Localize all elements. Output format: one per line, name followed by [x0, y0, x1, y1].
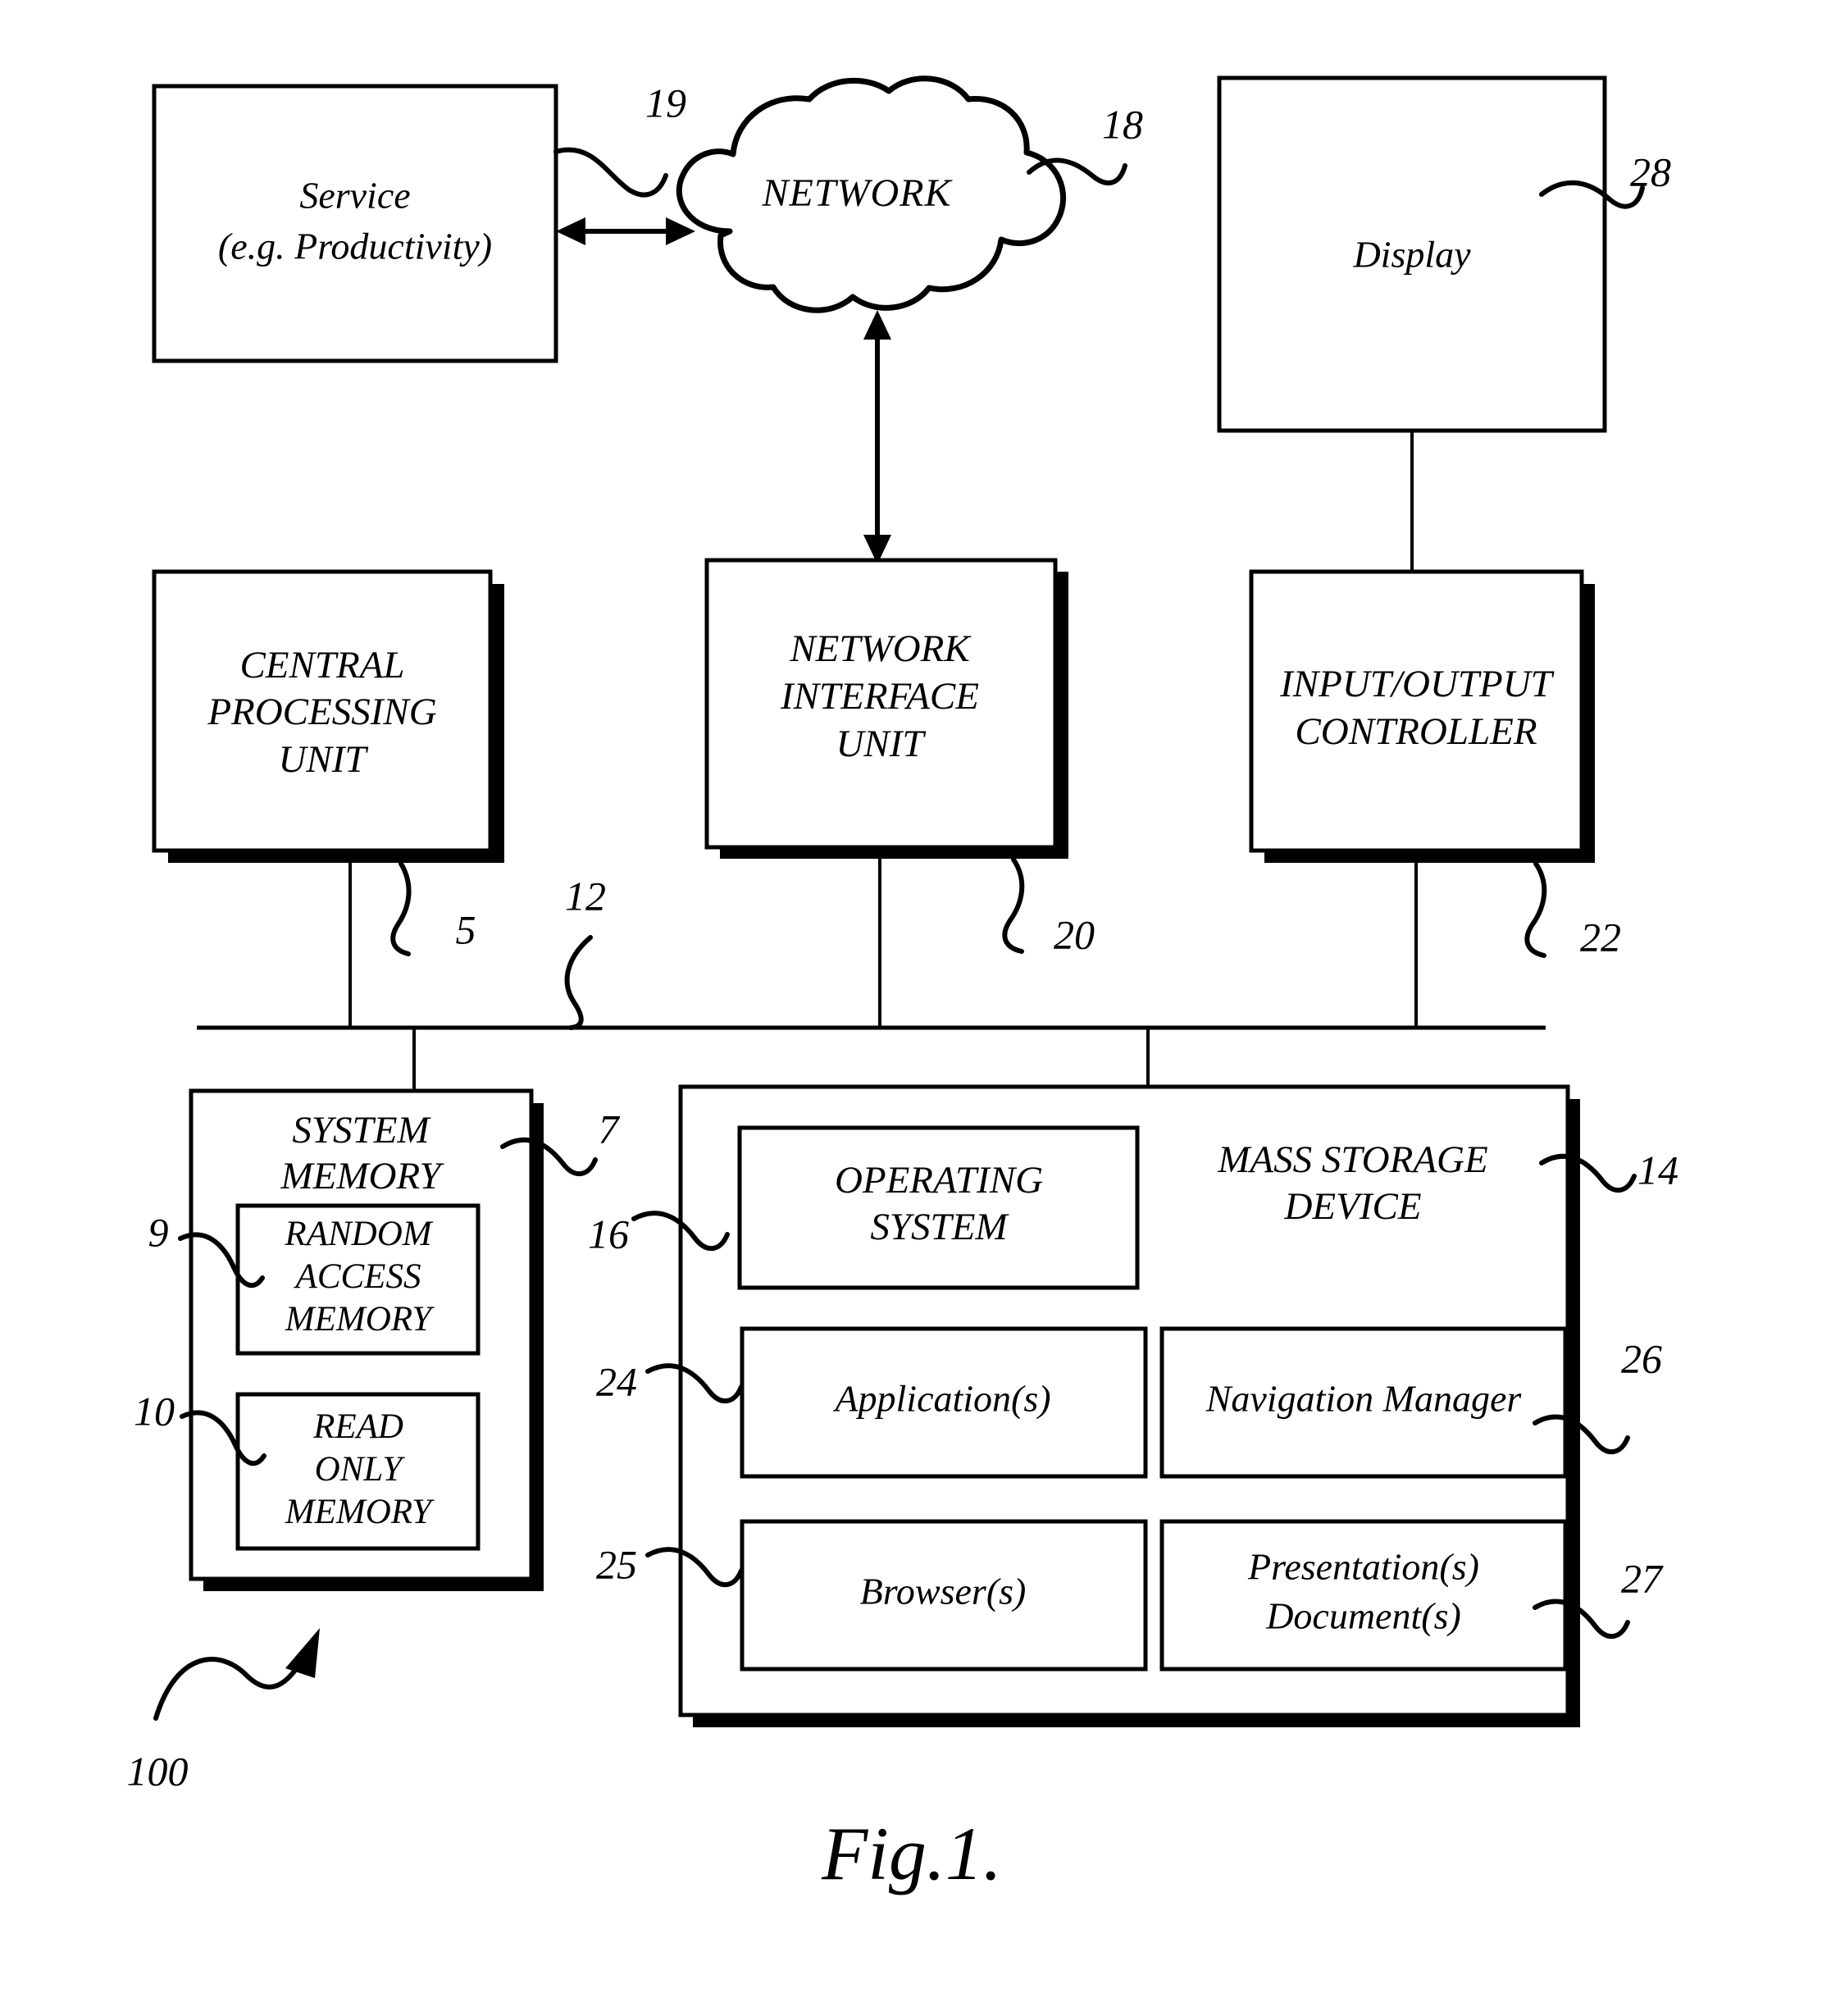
browsers-label: Browser(s): [860, 1571, 1027, 1612]
presentation-documents-ref-number: 27: [1621, 1555, 1664, 1601]
presentation-documents-label-line1: Presentation(s): [1247, 1546, 1479, 1588]
patent-figure-1: Service (e.g. Productivity) 19 NETWORK 1…: [0, 0, 1831, 2016]
navigation-manager-ref-number: 26: [1621, 1335, 1662, 1381]
navigation-manager-label: Navigation Manager: [1205, 1378, 1523, 1420]
os-label-line2: SYSTEM: [870, 1206, 1009, 1248]
bus-ref-number: 12: [565, 873, 606, 919]
niu-label-line3: UNIT: [836, 723, 926, 765]
service-box-label-line1: Service: [299, 175, 410, 217]
service-network-arrow: [556, 217, 695, 245]
io-controller-box: INPUT/OUTPUT CONTROLLER: [1249, 569, 1595, 863]
rom-label-line3: MEMORY: [285, 1493, 435, 1531]
niu-ref-number: 20: [1054, 911, 1095, 957]
network-cloud: NETWORK: [676, 75, 1067, 313]
browsers-box: Browser(s): [740, 1519, 1148, 1672]
io-label-line1: INPUT/OUTPUT: [1279, 663, 1555, 705]
rom-label-line1: READ: [312, 1407, 403, 1446]
applications-label: Application(s): [832, 1378, 1050, 1420]
system-memory-label-line1: SYSTEM: [292, 1109, 431, 1152]
display-ref-number: 28: [1630, 148, 1671, 194]
service-ref-leader: 19: [553, 80, 686, 198]
bus-ref-leader: 12: [564, 873, 606, 1030]
io-ref-leader: 22: [1524, 861, 1621, 960]
random-access-memory-box: RANDOM ACCESS MEMORY: [235, 1203, 481, 1356]
ram-ref-number: 9: [148, 1209, 169, 1255]
applications-box: Application(s): [740, 1326, 1148, 1479]
ram-label-line2: ACCESS: [294, 1257, 421, 1296]
presentation-documents-box: Presentation(s) Document(s): [1159, 1519, 1568, 1672]
service-box-label-line2: (e.g. Productivity): [218, 226, 492, 267]
mass-storage-ref-number: 14: [1637, 1147, 1678, 1193]
browsers-ref-number: 25: [596, 1541, 637, 1587]
network-niu-arrow: [863, 310, 891, 564]
figure-caption: Fig.1.: [821, 1812, 1002, 1895]
io-ref-number: 22: [1580, 914, 1621, 960]
os-label-line1: OPERATING: [835, 1159, 1043, 1202]
cpu-ref-number: 5: [456, 906, 476, 952]
network-interface-unit-box: NETWORK INTERFACE UNIT: [704, 558, 1068, 859]
io-label-line2: CONTROLLER: [1295, 710, 1537, 753]
read-only-memory-box: READ ONLY MEMORY: [235, 1392, 481, 1551]
cpu-label-line2: PROCESSING: [207, 691, 436, 733]
navigation-manager-box: Navigation Manager: [1159, 1326, 1568, 1479]
os-ref-number: 16: [588, 1211, 629, 1257]
system-ref-leader: 100: [127, 1628, 320, 1794]
cpu-label-line3: UNIT: [278, 738, 368, 781]
cpu-ref-leader: 5: [390, 861, 476, 956]
system-memory-label-line2: MEMORY: [280, 1155, 445, 1197]
ram-label-line3: MEMORY: [285, 1300, 435, 1339]
niu-label-line1: NETWORK: [789, 627, 972, 670]
presentation-documents-label-line2: Document(s): [1265, 1595, 1461, 1637]
operating-system-box: OPERATING SYSTEM: [737, 1125, 1140, 1290]
rom-ref-number: 10: [134, 1388, 175, 1434]
network-ref-number: 18: [1102, 101, 1143, 147]
niu-ref-leader: 20: [1002, 857, 1095, 957]
ram-label-line1: RANDOM: [284, 1215, 433, 1253]
service-ref-number: 19: [645, 80, 686, 125]
system-memory-ref-number: 7: [599, 1106, 621, 1152]
display-box-label: Display: [1352, 234, 1471, 276]
system-ref-number: 100: [127, 1748, 189, 1794]
mass-storage-label-line1: MASS STORAGE: [1217, 1138, 1487, 1181]
diagram-canvas: Service (e.g. Productivity) 19 NETWORK 1…: [127, 75, 1678, 1895]
service-box: Service (e.g. Productivity): [152, 84, 558, 363]
rom-label-line2: ONLY: [315, 1450, 406, 1489]
cpu-label-line1: CENTRAL: [239, 644, 404, 686]
niu-label-line2: INTERFACE: [780, 675, 979, 718]
display-box: Display: [1217, 75, 1607, 433]
mass-storage-label-line2: DEVICE: [1283, 1185, 1421, 1228]
network-cloud-label: NETWORK: [761, 171, 953, 215]
applications-ref-number: 24: [596, 1358, 637, 1404]
cpu-box: CENTRAL PROCESSING UNIT: [152, 569, 504, 863]
